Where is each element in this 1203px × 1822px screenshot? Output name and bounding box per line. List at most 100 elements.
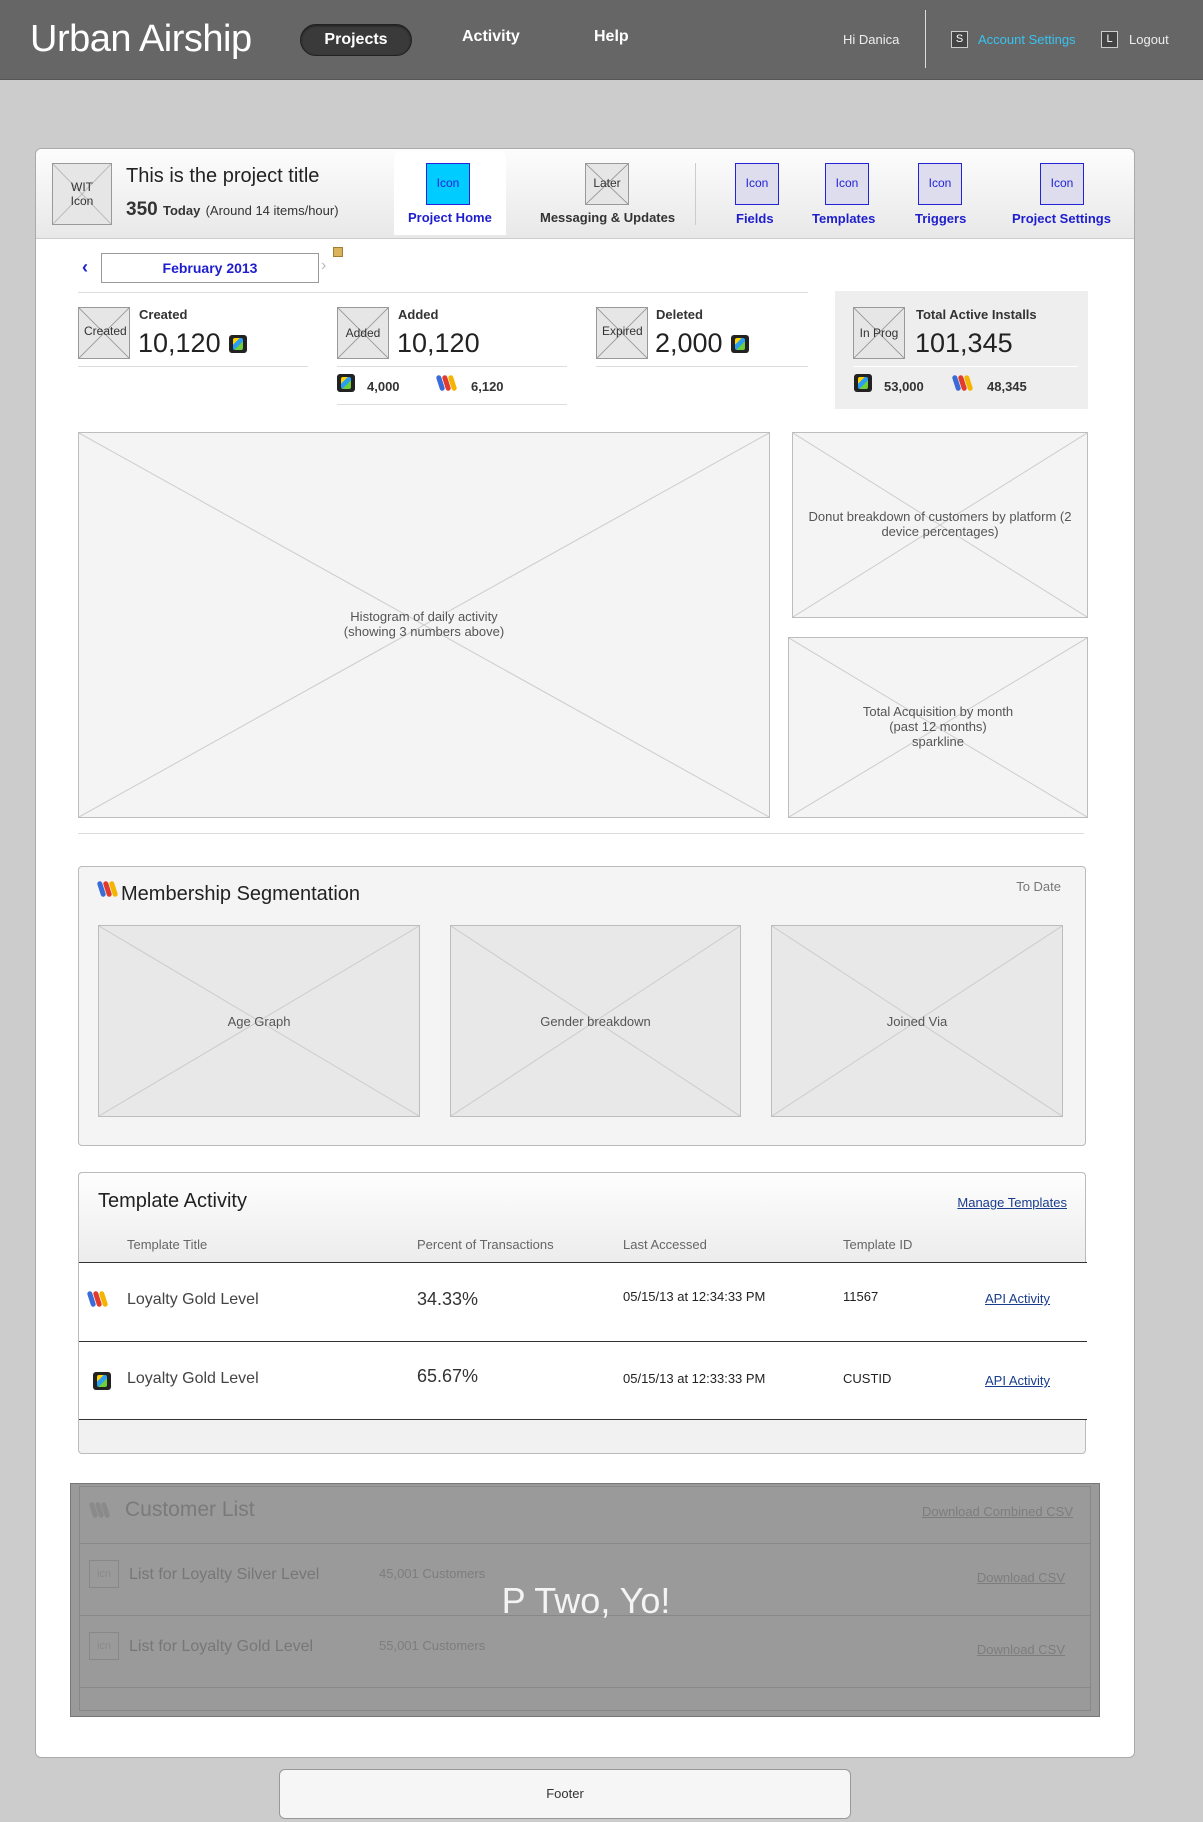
histogram-caption-line: (showing 3 numbers above)	[343, 624, 505, 639]
table-row[interactable]: Loyalty Gold Level 65.67% 05/15/13 at 12…	[79, 1341, 1087, 1420]
top-bar: Urban Airship Projects Activity Help Hi …	[0, 0, 1203, 80]
fields-icon-label: Icon	[745, 176, 769, 190]
tab-triggers[interactable]: Triggers	[915, 211, 966, 226]
tab-project-settings[interactable]: Project Settings	[1012, 211, 1111, 226]
logout-link[interactable]: Logout	[1129, 32, 1169, 47]
added-icon: Added	[337, 307, 389, 359]
project-settings-icon[interactable]: Icon	[1040, 163, 1084, 205]
donut-caption: Donut breakdown of customers by platform…	[793, 509, 1087, 539]
tab-fields[interactable]: Fields	[736, 211, 774, 226]
total-installs-value: 101,345	[915, 328, 1013, 358]
today-count: 350	[126, 199, 158, 220]
added-value: 10,120	[397, 328, 480, 358]
column-header-id[interactable]: Template ID	[843, 1237, 912, 1252]
template-last-accessed: 05/15/13 at 12:34:33 PM	[623, 1289, 766, 1304]
triggers-icon[interactable]: Icon	[918, 163, 962, 205]
project-today-count: 350 Today (Around 14 items/hour)	[126, 199, 339, 221]
template-title: Loyalty Gold Level	[127, 1291, 259, 1308]
column-header-percent[interactable]: Percent of Transactions	[417, 1237, 554, 1252]
manage-templates-link[interactable]: Manage Templates	[957, 1195, 1067, 1210]
project-icon-label: WIT Icon	[70, 180, 94, 208]
acquisition-caption-line: (past 12 months)	[889, 719, 987, 734]
donut-caption-line: Donut breakdown of customers by platform…	[808, 509, 1072, 524]
divider	[853, 366, 1078, 367]
tab-divider	[695, 163, 696, 225]
deleted-value: 2,000	[655, 328, 723, 358]
template-title: Loyalty Gold Level	[127, 1370, 259, 1387]
api-activity-link[interactable]: API Activity	[985, 1291, 1050, 1306]
table-row[interactable]: Loyalty Gold Level 34.33% 05/15/13 at 12…	[79, 1262, 1087, 1341]
project-home-icon[interactable]: Icon	[426, 163, 470, 205]
added-ios-value: 4,000	[367, 379, 400, 394]
created-icon-label: Created	[84, 324, 127, 338]
template-last-accessed: 05/15/13 at 12:33:33 PM	[623, 1371, 766, 1386]
gender-breakdown-caption: Gender breakdown	[540, 1014, 651, 1029]
platform-donut-chart: Donut breakdown of customers by platform…	[792, 432, 1088, 618]
joined-via-chart: Joined Via	[771, 925, 1063, 1117]
age-graph-caption: Age Graph	[227, 1014, 291, 1029]
messaging-icon[interactable]: Later	[585, 163, 629, 205]
created-icon: Created	[78, 307, 130, 359]
brand-logo[interactable]: Urban Airship	[30, 18, 252, 61]
template-percent: 34.33%	[417, 1289, 479, 1309]
ios-icon	[337, 374, 355, 392]
segmentation-title: Membership Segmentation	[121, 883, 361, 905]
gender-breakdown: Gender breakdown	[450, 925, 741, 1117]
daily-activity-histogram: Histogram of daily activity (showing 3 nu…	[78, 432, 770, 818]
nav-help[interactable]: Help	[594, 28, 629, 46]
column-header-title[interactable]: Template Title	[127, 1237, 207, 1252]
project-title: This is the project title	[126, 165, 320, 187]
column-header-accessed[interactable]: Last Accessed	[623, 1237, 707, 1252]
age-graph: Age Graph	[98, 925, 420, 1117]
items-rate: (Around 14 items/hour)	[205, 203, 339, 218]
tab-messaging[interactable]: Messaging & Updates	[540, 210, 675, 225]
settings-key-icon: S	[951, 31, 968, 48]
calendar-icon[interactable]	[333, 247, 343, 257]
deleted-label: Deleted	[656, 307, 703, 322]
in-progress-icon: In Prog	[853, 307, 905, 359]
added-label: Added	[398, 307, 439, 322]
ios-icon	[229, 335, 247, 353]
acquisition-caption-line: Total Acquisition by month	[862, 704, 1014, 719]
added-icon-label: Added	[345, 326, 381, 340]
segmentation-range[interactable]: To Date	[1016, 879, 1061, 894]
download-csv-link[interactable]: Download CSV	[977, 1642, 1065, 1657]
wallet-icon	[435, 373, 458, 393]
expired-icon-label: Expired	[602, 324, 643, 338]
list-footer	[79, 1687, 1091, 1707]
ios-icon	[731, 335, 749, 353]
tab-project-home[interactable]: Project Home	[408, 210, 492, 225]
nav-activity[interactable]: Activity	[462, 28, 520, 46]
ios-icon	[93, 1372, 111, 1390]
download-combined-csv-link[interactable]: Download Combined CSV	[922, 1504, 1073, 1519]
list-name: List for Loyalty Gold Level	[129, 1638, 314, 1655]
divider	[337, 366, 567, 367]
created-value: 10,120	[138, 328, 221, 358]
account-settings-link[interactable]: Account Settings	[978, 32, 1076, 47]
month-selector[interactable]: February 2013	[101, 253, 319, 283]
template-activity-title: Template Activity	[98, 1190, 247, 1212]
customer-list-phase-two: Customer List Download Combined CSV icn …	[70, 1483, 1100, 1717]
ios-icon	[854, 374, 872, 392]
templates-icon-label: Icon	[835, 176, 859, 190]
template-id: CUSTID	[843, 1371, 892, 1386]
project-bar: WIT Icon This is the project title 350 T…	[36, 149, 1134, 239]
divider	[78, 366, 308, 367]
messaging-icon-label: Later	[593, 176, 621, 190]
templates-icon[interactable]: Icon	[825, 163, 869, 205]
next-month-button[interactable]: ›	[321, 257, 326, 275]
list-count: 55,001 Customers	[379, 1638, 486, 1653]
histogram-caption: Histogram of daily activity (showing 3 nu…	[79, 609, 769, 639]
api-activity-link[interactable]: API Activity	[985, 1373, 1050, 1388]
tab-templates[interactable]: Templates	[812, 211, 875, 226]
fields-icon[interactable]: Icon	[735, 163, 779, 205]
divider	[596, 366, 808, 367]
acquisition-caption: Total Acquisition by month (past 12 month…	[789, 704, 1087, 749]
project-home-icon-label: Icon	[436, 176, 460, 190]
wallet-icon	[96, 879, 119, 899]
prev-month-button[interactable]: ‹	[82, 257, 88, 278]
wallet-icon	[86, 1289, 109, 1309]
wallet-icon	[951, 373, 974, 393]
list-item[interactable]: icn List for Loyalty Gold Level 55,001 C…	[79, 1615, 1091, 1677]
nav-projects[interactable]: Projects	[300, 24, 412, 56]
